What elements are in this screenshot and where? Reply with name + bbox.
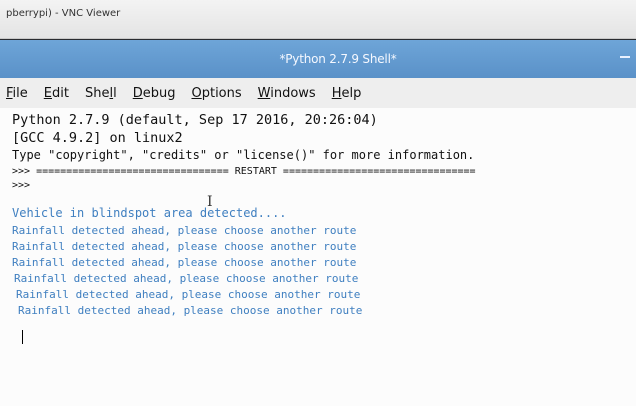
vnc-titlebar: pberrypi) - VNC Viewer	[0, 0, 636, 39]
menu-debug-mnemonic: D	[132, 85, 143, 101]
python-shell-title: *Python 2.7.9 Shell*	[279, 52, 397, 66]
menu-options[interactable]: Options	[191, 84, 241, 103]
banner-version-line: Python 2.7.9 (default, Sep 17 2016, 20:2…	[12, 112, 378, 128]
menu-edit[interactable]: Edit	[44, 84, 69, 103]
restart-line: >>> ================================ RES…	[12, 166, 476, 177]
menu-windows-label: indows	[270, 85, 316, 101]
output-line: Rainfall detected ahead, please choose a…	[14, 272, 359, 285]
menu-debug[interactable]: Debug	[133, 84, 176, 103]
output-line: Rainfall detected ahead, please choose a…	[12, 224, 357, 237]
menu-shell-label-end: l	[113, 85, 117, 101]
output-line: Vehicle in blindspot area detected....	[12, 206, 287, 220]
menu-help-label: elp	[341, 85, 362, 101]
vnc-window-title: pberrypi) - VNC Viewer	[6, 8, 121, 19]
menu-file[interactable]: File	[6, 84, 28, 103]
output-line: Rainfall detected ahead, please choose a…	[16, 288, 361, 301]
menu-options-label: ptions	[201, 85, 242, 101]
menu-windows[interactable]: Windows	[258, 84, 316, 103]
menu-help[interactable]: Help	[332, 84, 362, 103]
menu-edit-mnemonic: E	[43, 85, 52, 101]
output-line: Rainfall detected ahead, please choose a…	[12, 256, 357, 269]
banner-info-line: Type "copyright", "credits" or "license(…	[12, 148, 475, 162]
minimize-icon[interactable]	[620, 56, 630, 58]
menu-windows-mnemonic: W	[257, 85, 271, 101]
input-caret	[22, 330, 23, 344]
prompt-line: >>>	[12, 180, 31, 191]
shell-text-area[interactable]: Python 2.7.9 (default, Sep 17 2016, 20:2…	[0, 108, 636, 406]
python-shell-titlebar[interactable]: *Python 2.7.9 Shell*	[0, 40, 636, 78]
output-line: Rainfall detected ahead, please choose a…	[12, 240, 357, 253]
output-line: Rainfall detected ahead, please choose a…	[18, 304, 363, 317]
menu-file-label: ile	[12, 85, 28, 101]
menu-options-mnemonic: O	[191, 85, 202, 101]
menu-shell-label-start: She	[84, 85, 110, 101]
menu-edit-label: dit	[52, 85, 69, 101]
banner-compiler-line: [GCC 4.9.2] on linux2	[12, 130, 183, 146]
menu-shell[interactable]: Shell	[85, 84, 117, 103]
menu-debug-label: ebug	[142, 85, 176, 101]
menu-bar: File Edit Shell Debug Options Windows He…	[0, 78, 636, 109]
